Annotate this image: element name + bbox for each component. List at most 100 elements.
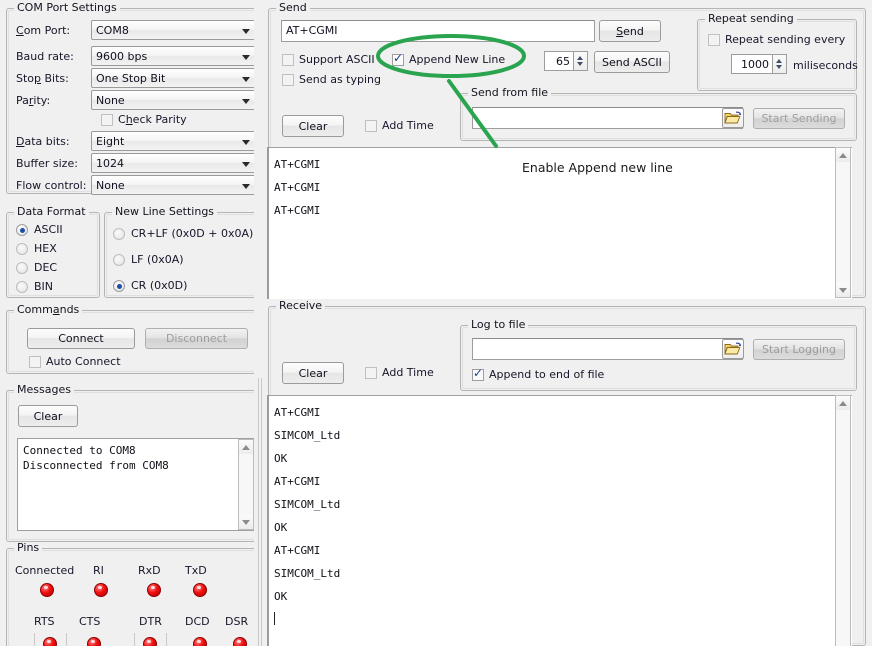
com-port-settings-title: COM Port Settings <box>14 2 120 14</box>
new-line-settings-group: New Line Settings CR+LF (0x0D + 0x0A) LF… <box>104 212 264 298</box>
log-file-browse-button[interactable] <box>722 339 744 359</box>
commands-title: Commands <box>14 304 82 316</box>
pin-label-dtr: DTR <box>139 615 162 628</box>
checkbox-box <box>29 356 41 368</box>
send-command-input[interactable]: AT+CGMI <box>281 20 595 42</box>
messages-scrollbar[interactable] <box>238 439 254 530</box>
pins-title: Pins <box>14 542 42 554</box>
left-panel-scrollbar[interactable] <box>255 378 265 646</box>
spinner-buttons[interactable] <box>573 51 588 71</box>
com-port-select[interactable]: COM8 <box>91 20 256 40</box>
scroll-up-icon[interactable] <box>836 148 850 162</box>
annotation-label: Enable Append new line <box>522 160 673 175</box>
scroll-up-icon[interactable] <box>239 440 253 454</box>
stop-bits-label: Stop Bits: <box>16 72 69 85</box>
log-file-path-input[interactable] <box>472 338 743 360</box>
send-ascii-button[interactable]: Send ASCII <box>594 51 670 73</box>
checkbox-box <box>365 367 377 379</box>
chevron-down-icon <box>242 140 250 145</box>
scroll-down-icon[interactable] <box>836 283 850 297</box>
checkbox-box <box>365 120 377 132</box>
folder-open-icon <box>723 109 743 127</box>
miliseconds-label: miliseconds <box>793 59 858 72</box>
ascii-code-value[interactable]: 65 <box>544 51 573 71</box>
flow-control-select[interactable]: None <box>91 175 256 195</box>
stop-bits-select[interactable]: One Stop Bit <box>91 68 256 88</box>
check-icon: ✓ <box>393 52 403 65</box>
messages-log[interactable]: Connected to COM8 Disconnected from COM8 <box>17 438 255 531</box>
messages-title: Messages <box>14 384 74 396</box>
messages-group: Messages Clear Connected to COM8 Disconn… <box>6 390 264 542</box>
start-sending-button[interactable]: Start Sending <box>753 108 845 129</box>
pin-led-cts <box>87 637 101 646</box>
data-bits-select[interactable]: Eight <box>91 131 256 151</box>
pin-label-ri: RI <box>93 564 104 577</box>
pin-led-rxd <box>147 583 161 597</box>
serial-terminal-window: COM Port Settings Com Port: COM8 Baud ra… <box>0 0 872 646</box>
folder-open-icon <box>723 340 743 358</box>
scroll-up-icon[interactable] <box>836 396 850 410</box>
send-from-file-group: Send from file Start Sending <box>460 93 857 141</box>
ascii-code-spinner[interactable]: 65 <box>544 51 588 71</box>
connect-button[interactable]: Connect <box>27 328 135 349</box>
repeat-interval-value[interactable]: 1000 <box>731 54 772 74</box>
spinner-buttons[interactable] <box>772 54 787 74</box>
spinner-down-icon <box>776 65 782 69</box>
parity-label: Parity: <box>16 94 50 107</box>
send-log-scrollbar[interactable] <box>835 147 851 298</box>
pin-led-dtr <box>143 637 157 646</box>
com-port-settings-group: COM Port Settings Com Port: COM8 Baud ra… <box>6 8 264 194</box>
send-button[interactable]: Send <box>599 20 661 42</box>
pin-led-dsr <box>233 637 247 646</box>
chevron-down-icon <box>242 29 250 34</box>
messages-clear-button[interactable]: Clear <box>18 405 78 427</box>
baud-rate-select[interactable]: 9600 bps <box>91 46 256 66</box>
pin-label-dcd: DCD <box>185 615 210 628</box>
receive-log-scrollbar[interactable] <box>835 395 851 646</box>
chevron-down-icon <box>242 184 250 189</box>
receive-log[interactable]: AT+CGMI SIMCOM_Ltd OK AT+CGMI SIMCOM_Ltd… <box>267 395 852 646</box>
buffer-size-select[interactable]: 1024 <box>91 153 256 173</box>
repeat-interval-spinner[interactable]: 1000 <box>731 54 787 74</box>
chevron-down-icon <box>242 99 250 104</box>
pin-label-txd: TxD <box>185 564 207 577</box>
pin-label-cts: CTS <box>79 615 100 628</box>
chevron-down-icon <box>242 77 250 82</box>
receive-title: Receive <box>276 300 325 312</box>
pin-led-ri <box>94 583 108 597</box>
pin-label-dsr: DSR <box>225 615 248 628</box>
parity-select[interactable]: None <box>91 90 256 110</box>
receive-group: Receive Clear Add Time Log to file Start… <box>268 306 866 646</box>
send-file-path-input[interactable] <box>472 107 743 129</box>
log-to-file-group: Log to file Start Logging ✓ Append to en… <box>460 325 857 391</box>
data-bits-label: Data bits: <box>16 135 70 148</box>
buffer-size-label: Buffer size: <box>16 157 78 170</box>
receive-clear-button[interactable]: Clear <box>282 362 344 384</box>
pin-label-rxd: RxD <box>138 564 161 577</box>
send-title: Send <box>276 2 310 14</box>
send-clear-button[interactable]: Clear <box>282 115 344 137</box>
checkbox-box <box>282 54 294 66</box>
disconnect-button[interactable]: Disconnect <box>145 328 248 349</box>
checkbox-box <box>708 34 720 46</box>
spinner-down-icon <box>577 62 583 66</box>
data-format-title: Data Format <box>14 206 89 218</box>
scroll-down-icon[interactable] <box>239 515 253 529</box>
repeat-sending-title: Repeat sending <box>705 13 797 25</box>
send-from-file-title: Send from file <box>468 87 551 99</box>
check-icon: ✓ <box>473 367 483 380</box>
commands-group: Commands Connect Disconnect Auto Connect <box>6 310 264 374</box>
pin-label-connected: Connected <box>15 564 74 577</box>
chevron-down-icon <box>242 162 250 167</box>
pin-label-rts: RTS <box>34 615 55 628</box>
spinner-up-icon <box>577 56 583 60</box>
baud-rate-label: Baud rate: <box>16 50 74 63</box>
checkbox-box <box>101 114 113 126</box>
send-file-browse-button[interactable] <box>722 108 744 128</box>
flow-control-label: Flow control: <box>16 179 86 192</box>
send-group: Send AT+CGMI Send Support ASCII ✓ Append… <box>268 8 866 298</box>
data-format-group: Data Format ASCII HEX DEC BIN <box>6 212 100 298</box>
start-logging-button[interactable]: Start Logging <box>753 339 845 360</box>
pin-led-rts <box>43 637 57 646</box>
new-line-settings-title: New Line Settings <box>112 206 217 218</box>
